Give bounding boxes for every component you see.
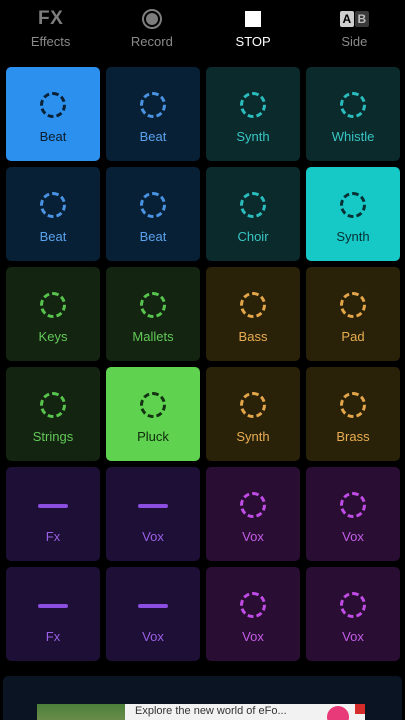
top-toolbar: FX Effects Record STOP A B Side	[0, 0, 405, 60]
side-button[interactable]: A B Side	[304, 0, 405, 60]
dashed-circle-icon	[140, 392, 166, 418]
pad-label: Strings	[32, 429, 74, 444]
ad-banner[interactable]: Explore the new world of eFo...	[37, 704, 365, 720]
dashed-circle-icon	[340, 592, 366, 618]
pad-label: Beat	[139, 129, 167, 144]
dashed-circle-icon	[340, 492, 366, 518]
pad-2[interactable]: Beat	[106, 67, 200, 161]
pad-label: Vox	[242, 529, 264, 544]
pad-label: Synth	[336, 229, 370, 244]
dash-icon	[38, 604, 68, 608]
pad-10[interactable]: Mallets	[106, 267, 200, 361]
pad-label: Vox	[342, 529, 364, 544]
dashed-circle-icon	[340, 292, 366, 318]
stop-icon	[244, 8, 262, 30]
record-label: Record	[130, 34, 173, 49]
pad-8[interactable]: Synth	[306, 167, 400, 261]
dashed-circle-icon	[40, 192, 66, 218]
pad-label: Synth	[236, 129, 270, 144]
pad-4[interactable]: Whistle	[306, 67, 400, 161]
pad-label: Bass	[238, 329, 268, 344]
pad-7[interactable]: Choir	[206, 167, 300, 261]
dashed-circle-icon	[240, 392, 266, 418]
pad-22[interactable]: Vox	[106, 567, 200, 661]
fx-icon: FX	[37, 8, 64, 29]
pad-9[interactable]: Keys	[6, 267, 100, 361]
dashed-circle-icon	[340, 392, 366, 418]
stop-button[interactable]: STOP	[203, 0, 304, 60]
pad-13[interactable]: Strings	[6, 367, 100, 461]
dashed-circle-icon	[240, 92, 266, 118]
pad-3[interactable]: Synth	[206, 67, 300, 161]
pad-label: Fx	[45, 529, 61, 544]
dashed-circle-icon	[240, 592, 266, 618]
pad-23[interactable]: Vox	[206, 567, 300, 661]
ad-badge-icon	[355, 704, 365, 714]
dashed-circle-icon	[40, 292, 66, 318]
pad-17[interactable]: Fx	[6, 467, 100, 561]
dashed-circle-icon	[40, 392, 66, 418]
record-icon	[141, 8, 163, 30]
side-label: Side	[341, 34, 368, 49]
pad-label: Beat	[39, 129, 67, 144]
pad-label: Synth	[236, 429, 270, 444]
dash-icon	[38, 504, 68, 508]
pad-19[interactable]: Vox	[206, 467, 300, 561]
pad-label: Choir	[237, 229, 269, 244]
pad-21[interactable]: Fx	[6, 567, 100, 661]
side-a-glyph: A	[339, 11, 354, 27]
pad-label: Fx	[45, 629, 61, 644]
pad-label: Whistle	[331, 129, 375, 144]
pad-18[interactable]: Vox	[106, 467, 200, 561]
pad-6[interactable]: Beat	[106, 167, 200, 261]
dashed-circle-icon	[140, 192, 166, 218]
pad-1[interactable]: Beat	[6, 67, 100, 161]
pad-15[interactable]: Synth	[206, 367, 300, 461]
pad-14[interactable]: Pluck	[106, 367, 200, 461]
record-button[interactable]: Record	[101, 0, 202, 60]
pad-label: Vox	[142, 629, 164, 644]
pad-label: Brass	[336, 429, 370, 444]
ad-action-icon[interactable]	[327, 706, 349, 720]
ad-text: Explore the new world of eFo...	[135, 705, 287, 717]
ab-icon: A B	[339, 8, 369, 30]
dashed-circle-icon	[340, 92, 366, 118]
ad-image	[37, 704, 125, 720]
dashed-circle-icon	[40, 92, 66, 118]
pad-label: Vox	[242, 629, 264, 644]
pad-11[interactable]: Bass	[206, 267, 300, 361]
dashed-circle-icon	[240, 492, 266, 518]
dashed-circle-icon	[240, 292, 266, 318]
effects-label: Effects	[30, 34, 71, 49]
pad-20[interactable]: Vox	[306, 467, 400, 561]
pad-label: Pluck	[137, 429, 169, 444]
pad-label: Vox	[142, 529, 164, 544]
dashed-circle-icon	[140, 92, 166, 118]
pad-label: Keys	[38, 329, 68, 344]
pad-label: Beat	[39, 229, 67, 244]
pad-5[interactable]: Beat	[6, 167, 100, 261]
pad-label: Pad	[341, 329, 365, 344]
pad-label: Beat	[139, 229, 167, 244]
dashed-circle-icon	[240, 192, 266, 218]
ad-area: Explore the new world of eFo...	[3, 676, 402, 720]
dashed-circle-icon	[140, 292, 166, 318]
pad-label: Mallets	[132, 329, 174, 344]
stop-label: STOP	[235, 34, 271, 49]
dashed-circle-icon	[340, 192, 366, 218]
pad-grid: Beat Beat Synth Whistle Beat Beat Choir Synth Ke…	[6, 67, 400, 661]
pad-24[interactable]: Vox	[306, 567, 400, 661]
side-b-glyph: B	[354, 11, 369, 27]
pad-12[interactable]: Pad	[306, 267, 400, 361]
pad-label: Vox	[342, 629, 364, 644]
dash-icon	[138, 504, 168, 508]
pad-16[interactable]: Brass	[306, 367, 400, 461]
dash-icon	[138, 604, 168, 608]
effects-button[interactable]: FX Effects	[0, 0, 101, 60]
